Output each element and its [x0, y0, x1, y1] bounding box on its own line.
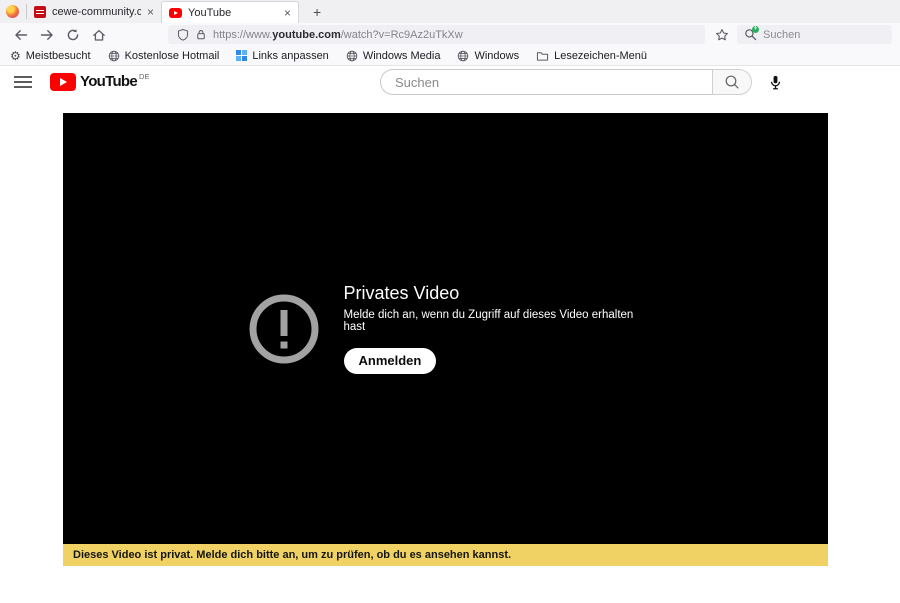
firefox-search-box[interactable]: + Suchen [737, 25, 892, 44]
globe-icon [458, 50, 469, 61]
browser-window: cewe-community.com/forum/ × YouTube × + … [0, 0, 900, 603]
bookmark-star-icon[interactable] [711, 28, 733, 42]
private-video-banner: Dieses Video ist privat. Melde dich bitt… [63, 544, 828, 566]
close-icon[interactable]: × [284, 7, 291, 19]
youtube-country-code: DE [139, 72, 150, 81]
error-title: Privates Video [343, 283, 460, 303]
add-engine-badge: + [752, 26, 759, 33]
youtube-wordmark: YouTube [80, 73, 138, 90]
bookmark-label: Windows Media [362, 49, 441, 62]
tab-title: YouTube [188, 6, 232, 19]
back-button[interactable] [8, 25, 34, 45]
bookmark-windows[interactable]: Windows [457, 50, 519, 62]
cewe-favicon [34, 5, 46, 18]
close-icon[interactable]: × [147, 6, 154, 18]
reload-button[interactable] [60, 25, 86, 45]
search-placeholder: Suchen [763, 28, 801, 41]
bookmark-windows-media[interactable]: Windows Media [346, 49, 441, 62]
forward-button[interactable] [34, 25, 60, 45]
voice-search-button[interactable] [768, 75, 783, 90]
exclamation-circle-icon [249, 294, 318, 363]
globe-icon [346, 50, 358, 61]
bookmark-label: Windows [474, 49, 520, 62]
gear-icon: ⚙ [10, 48, 21, 63]
youtube-search-group [380, 69, 783, 95]
bookmark-label: Lesezeichen-Menü [554, 49, 648, 62]
lock-icon [197, 30, 205, 40]
globe-icon [108, 50, 119, 61]
microphone-icon [770, 75, 781, 89]
tab-cewe-community[interactable]: cewe-community.com/forum/ × [27, 0, 161, 23]
firefox-icon[interactable] [6, 5, 19, 18]
youtube-search-button[interactable] [712, 69, 752, 95]
url-prefix: https://www. [213, 28, 273, 41]
folder-icon [536, 51, 549, 61]
tab-bar: cewe-community.com/forum/ × YouTube × + [0, 0, 900, 23]
url-domain: youtube.com [272, 28, 341, 41]
navigation-toolbar: https://www.youtube.com/watch?v=Rc9Az2uT… [0, 23, 900, 46]
youtube-favicon [169, 7, 182, 18]
bookmarks-toolbar: ⚙ Meistbesucht Kostenlose Hotmail Links … [0, 46, 900, 66]
bookmark-label: Meistbesucht [25, 49, 91, 62]
shield-icon [177, 29, 189, 41]
new-tab-button[interactable]: + [309, 4, 325, 20]
video-player[interactable]: Privates Video Melde dich an, wenn du Zu… [63, 113, 828, 544]
home-button[interactable] [86, 25, 112, 45]
youtube-play-icon [50, 73, 76, 91]
tab-youtube[interactable]: YouTube × [161, 1, 299, 23]
bookmark-lesezeichen-menu[interactable]: Lesezeichen-Menü [536, 50, 647, 62]
bookmark-links-anpassen[interactable]: Links anpassen [236, 49, 329, 62]
bookmark-label: Kostenlose Hotmail [124, 49, 220, 62]
youtube-masthead: YouTube DE [0, 66, 900, 98]
youtube-logo[interactable]: YouTube DE [50, 72, 150, 91]
player-error-message: Privates Video Melde dich an, wenn du Zu… [343, 283, 644, 374]
windows-tiles-icon [236, 50, 248, 61]
url-path: /watch?v=Rc9Az2uTkXw [340, 28, 463, 41]
address-bar[interactable]: https://www.youtube.com/watch?v=Rc9Az2uT… [168, 25, 705, 44]
bookmark-meistbesucht[interactable]: ⚙ Meistbesucht [10, 50, 91, 62]
bookmark-label: Links anpassen [252, 49, 329, 62]
youtube-search-input[interactable] [380, 69, 712, 95]
url-text: https://www.youtube.com/watch?v=Rc9Az2uT… [213, 29, 463, 41]
menu-icon[interactable] [14, 75, 32, 89]
search-engine-icon: + [744, 26, 759, 41]
search-icon [725, 75, 739, 89]
bookmark-kostenlose-hotmail[interactable]: Kostenlose Hotmail [108, 49, 220, 62]
tab-title: cewe-community.com/forum/ [52, 5, 141, 18]
signin-button[interactable]: Anmelden [343, 348, 437, 374]
error-subtitle: Melde dich an, wenn du Zugriff auf diese… [343, 309, 634, 333]
